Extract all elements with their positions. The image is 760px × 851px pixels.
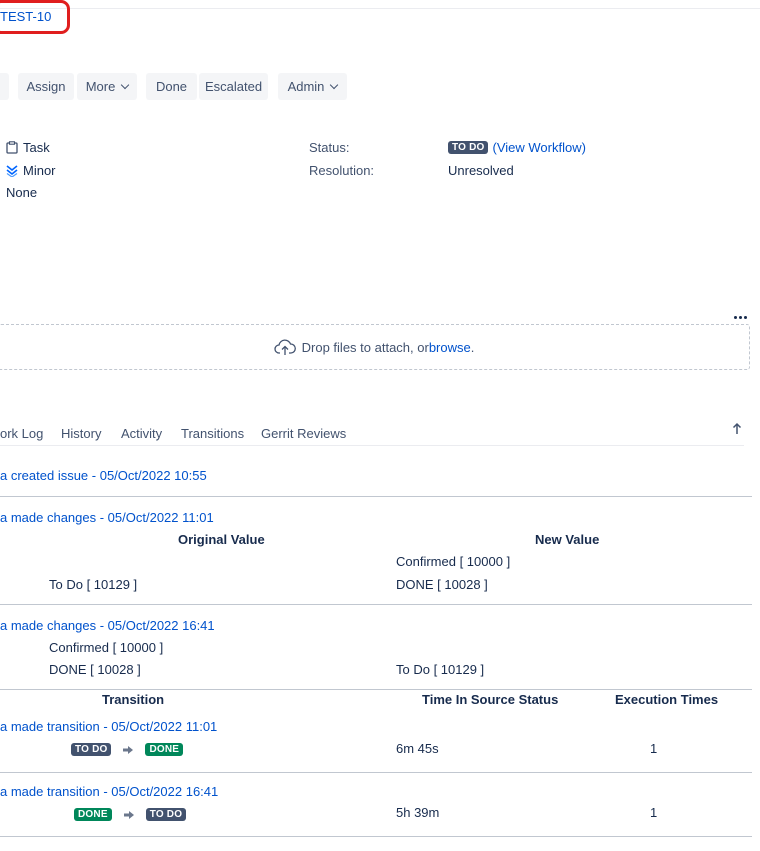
transition-path: TO DO DONE [71, 743, 184, 756]
time-in-status: 5h 39m [396, 805, 440, 820]
priority-minor-icon [6, 165, 18, 177]
tab-transitions[interactable]: Transitions [181, 426, 244, 441]
history-change-header: a made changes - 05/Oct/2022 11:01 [0, 510, 214, 525]
history-created-entry: a created issue - 05/Oct/2022 10:55 [0, 468, 207, 483]
issue-type: Task [6, 140, 50, 155]
history-separator [0, 496, 752, 497]
status-lozenge: TO DO [448, 141, 489, 154]
status-label: Status: [309, 140, 350, 155]
history-original-value: To Do [ 10129 ] [49, 577, 138, 592]
chevron-down-icon [121, 80, 130, 90]
from-status-lozenge: DONE [74, 808, 112, 821]
admin-button[interactable]: Admin [278, 73, 347, 100]
execution-count: 1 [650, 805, 658, 820]
to-status-lozenge: TO DO [145, 808, 187, 821]
more-options-icon[interactable] [733, 307, 748, 322]
arrow-right-icon [123, 745, 134, 754]
transition-column-header: Transition [102, 692, 165, 707]
history-change-header: a made changes - 05/Oct/2022 16:41 [0, 618, 215, 633]
to-status-lozenge: DONE [145, 743, 184, 756]
time-in-status: 6m 45s [396, 741, 439, 756]
annotation-highlight [0, 0, 70, 34]
chevron-down-icon [330, 80, 339, 90]
issue-priority: Minor [6, 163, 56, 178]
more-button[interactable]: More [77, 73, 137, 100]
escalated-button[interactable]: Escalated [199, 73, 268, 100]
from-status-lozenge: TO DO [71, 743, 112, 756]
original-value-header: Original Value [178, 532, 265, 547]
attachment-dropzone[interactable]: Drop files to attach, or browse. [0, 324, 750, 370]
history-separator [0, 604, 752, 605]
tab-activity[interactable]: Activity [121, 426, 162, 441]
transition-separator [0, 772, 752, 773]
status-field: TO DO (View Workflow) [448, 140, 586, 155]
history-separator [0, 689, 752, 690]
task-icon [6, 141, 18, 154]
history-new-value: DONE [ 10028 ] [396, 577, 488, 592]
resolution-label: Resolution: [309, 163, 375, 178]
tab-gerrit-reviews[interactable]: Gerrit Reviews [261, 426, 346, 441]
history-original-value: Confirmed [ 10000 ] [49, 640, 164, 655]
scroll-to-top-icon[interactable] [731, 422, 743, 436]
time-in-status-column-header: Time In Source Status [422, 692, 559, 707]
execution-count: 1 [650, 741, 658, 756]
tabs-divider [0, 445, 744, 446]
transition-header: a made transition - 05/Oct/2022 16:41 [0, 784, 219, 799]
arrow-right-icon [123, 810, 134, 819]
history-new-value: To Do [ 10129 ] [396, 662, 485, 677]
tab-work-log[interactable]: ork Log [0, 426, 43, 441]
transition-header: a made transition - 05/Oct/2022 11:01 [0, 719, 218, 734]
cloud-upload-icon [274, 339, 296, 355]
transition-path: DONE TO DO [74, 808, 187, 821]
history-original-value: DONE [ 10028 ] [49, 662, 141, 677]
affects-value: None [6, 185, 38, 200]
new-value-header: New Value [535, 532, 600, 547]
transition-separator [0, 836, 752, 837]
top-divider [0, 8, 760, 9]
execution-times-column-header: Execution Times [615, 692, 719, 707]
tab-history[interactable]: History [61, 426, 101, 441]
assign-button[interactable]: Assign [18, 73, 74, 100]
history-new-value: Confirmed [ 10000 ] [396, 554, 511, 569]
view-workflow-link[interactable]: View Workflow [497, 140, 582, 155]
browse-link[interactable]: browse [429, 340, 471, 355]
resolution-value: Unresolved [448, 163, 514, 178]
done-button[interactable]: Done [146, 73, 197, 100]
toolbar-button-partial[interactable] [0, 73, 9, 100]
